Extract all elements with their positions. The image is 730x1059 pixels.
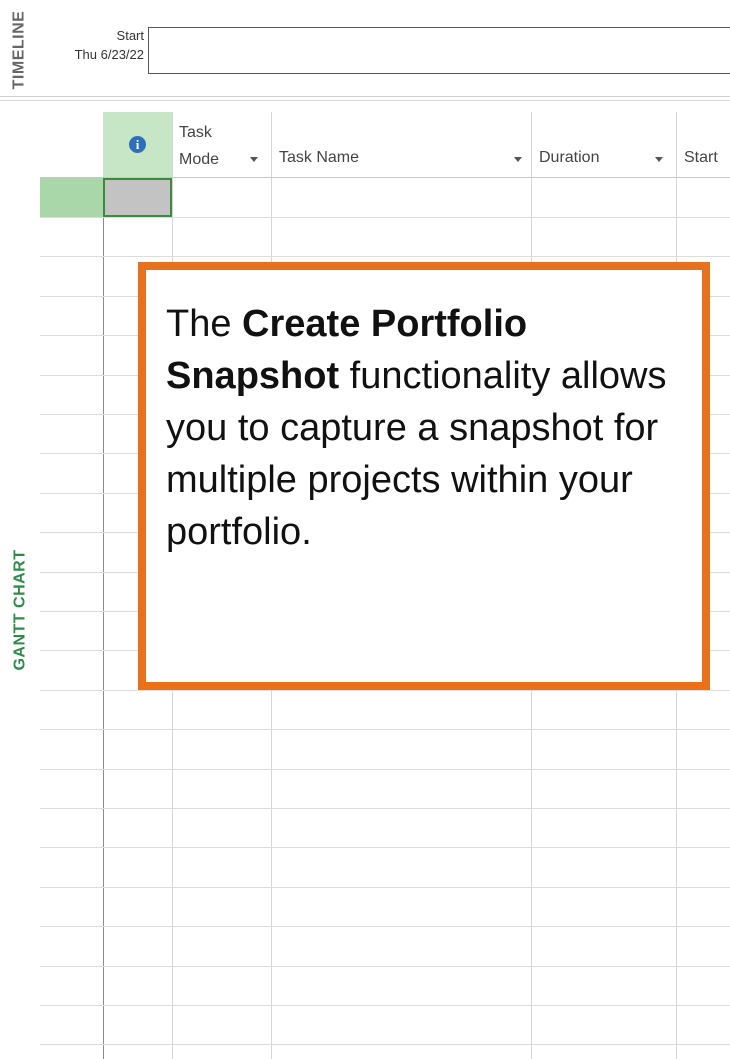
gantt-side-title[interactable]: GANTT CHART — [8, 520, 34, 700]
duration-label: Duration — [539, 149, 600, 166]
grid-row-line — [40, 729, 730, 730]
duration-column-header[interactable]: Duration — [539, 112, 676, 177]
timeline-bar[interactable] — [148, 27, 730, 74]
grid-row-line — [40, 887, 730, 888]
callout-prefix: The — [166, 303, 243, 345]
timeline-start-label: Start — [116, 28, 144, 43]
timeline-start-date: Thu 6/23/22 — [74, 47, 144, 62]
callout-box: The Create Portfolio Snapshot functional… — [138, 262, 710, 690]
task-mode-label-line2: Mode — [179, 151, 220, 168]
grid-row-line — [40, 847, 730, 848]
grid-row-line — [40, 926, 730, 927]
grid-row-line — [40, 769, 730, 770]
grid-col-line — [103, 112, 104, 1059]
chevron-down-icon[interactable] — [514, 157, 522, 162]
grid-row-line — [40, 690, 730, 691]
grid-row-line — [40, 808, 730, 809]
timeline-side-title[interactable]: TIMELINE — [8, 0, 30, 102]
chevron-down-icon[interactable] — [250, 157, 258, 162]
task-name-column-header[interactable]: Task Name — [279, 112, 531, 177]
task-mode-label-line1: Task — [179, 124, 212, 141]
indicators-column-header[interactable]: i — [103, 112, 172, 177]
timeline-divider-2 — [0, 100, 730, 101]
selected-row[interactable] — [40, 178, 730, 217]
start-column-header[interactable]: Start — [684, 112, 730, 177]
column-header-row: i Task Mode Task Name Duration Start — [40, 112, 730, 178]
row-header-selected[interactable] — [40, 178, 103, 217]
timeline-title-text: TIMELINE — [10, 10, 28, 90]
grid-row-line — [40, 256, 730, 257]
timeline-pane: TIMELINE Start Thu 6/23/22 — [0, 0, 730, 104]
grid-row-line — [40, 1044, 730, 1045]
start-label: Start — [684, 149, 718, 166]
gantt-title-text: GANTT CHART — [12, 549, 30, 671]
active-cell[interactable] — [103, 178, 172, 217]
grid-row-line — [40, 966, 730, 967]
timeline-start: Start Thu 6/23/22 — [40, 26, 144, 64]
grid-row-line — [40, 217, 730, 218]
chevron-down-icon[interactable] — [655, 157, 663, 162]
info-icon: i — [129, 136, 146, 153]
task-mode-column-header[interactable]: Task Mode — [179, 112, 271, 177]
grid-row-line — [40, 1005, 730, 1006]
task-name-label: Task Name — [279, 149, 360, 166]
timeline-divider — [0, 96, 730, 97]
